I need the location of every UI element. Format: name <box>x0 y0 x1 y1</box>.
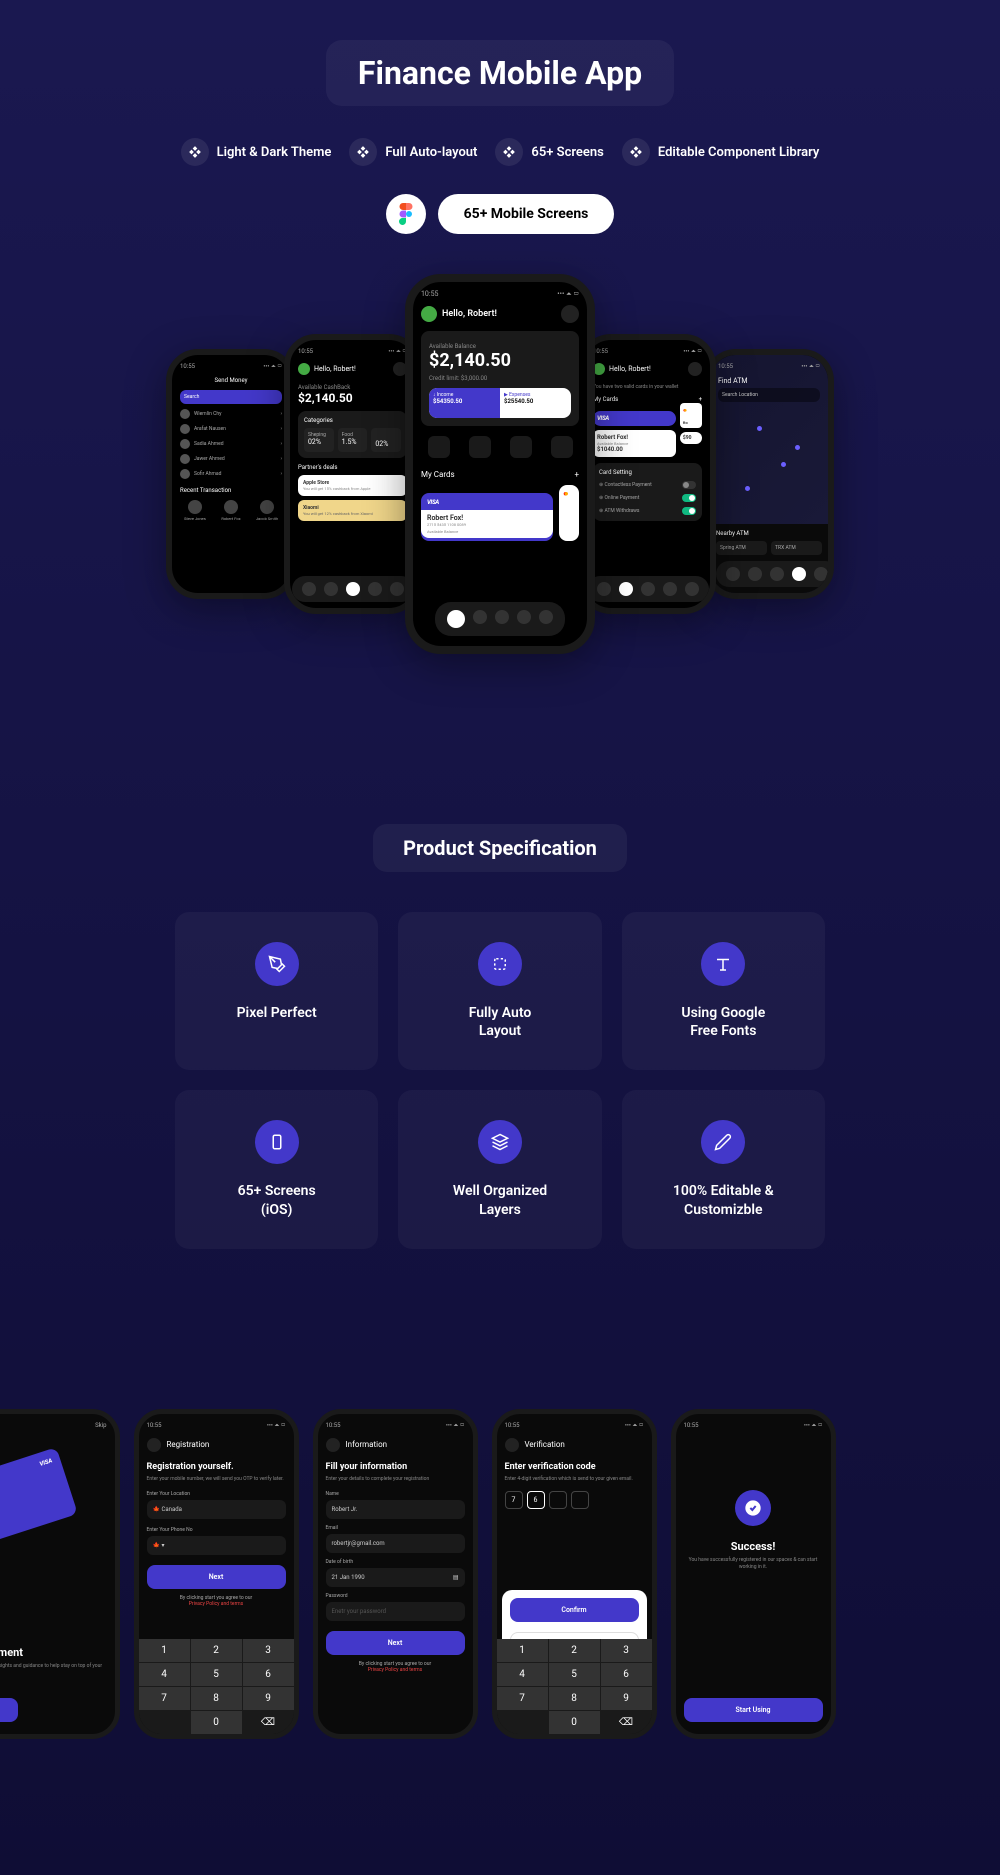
contact-item[interactable]: Jawer Ahmed› <box>180 454 282 464</box>
spec-layers: Well Organized Layers <box>398 1090 601 1248</box>
name-input[interactable]: Robert Jr. <box>326 1500 465 1519</box>
keypad[interactable]: 1234567890⌫ <box>497 1639 652 1734</box>
contact-item[interactable]: Sofir Ahmad› <box>180 469 282 479</box>
deal-card[interactable]: XiaomiYou will get 12% cashback from Xia… <box>298 500 407 521</box>
diamond-icon <box>622 138 650 166</box>
next-button[interactable]: Next <box>0 1698 18 1722</box>
spec-pixel-perfect: Pixel Perfect <box>175 912 378 1070</box>
page-title: Finance Mobile App <box>326 40 674 106</box>
toggle-contactless[interactable] <box>682 481 696 489</box>
frame-icon <box>478 942 522 986</box>
add-icon[interactable]: + <box>574 470 579 479</box>
diamond-icon <box>349 138 377 166</box>
layers-icon <box>478 1120 522 1164</box>
location-input[interactable]: 🍁 Canada <box>147 1500 286 1519</box>
spec-auto-layout: Fully Auto Layout <box>398 912 601 1070</box>
password-input[interactable]: Enetr your password <box>326 1602 465 1621</box>
mock-verification: 10:55••• ⏶ ▭ Verification Enter verifica… <box>492 1409 657 1739</box>
nav-dock[interactable] <box>435 602 565 636</box>
spec-grid: Pixel Perfect Fully Auto Layout Using Go… <box>175 912 825 1249</box>
cta-button[interactable]: 65+ Mobile Screens <box>438 194 615 234</box>
bell-icon[interactable] <box>688 362 702 376</box>
nav-dock[interactable] <box>292 576 414 602</box>
back-icon[interactable] <box>326 1438 340 1452</box>
mock-onboarding: Skip VISAArlene McCoyExp: 12/25 anagemen… <box>0 1409 120 1739</box>
figma-icon <box>386 194 426 234</box>
check-icon <box>735 1490 771 1526</box>
nav-dock[interactable] <box>716 561 834 587</box>
feature-screens: 65+ Screens <box>495 138 603 166</box>
back-icon[interactable] <box>505 1438 519 1452</box>
diamond-icon <box>495 138 523 166</box>
toggle-atm[interactable] <box>682 507 696 515</box>
email-input[interactable]: robertjr@gmail.com <box>326 1534 465 1553</box>
spec-title: Product Specification <box>373 824 627 872</box>
deal-card[interactable]: Apple StoreYou will get 15% cashback fro… <box>298 475 407 496</box>
phone-cashback: 10:55••• ⏶ ▭ Hello, Robert! Available Ca… <box>284 334 421 614</box>
phone-input[interactable]: 🍁 ▾ <box>147 1536 286 1555</box>
pen-icon <box>255 942 299 986</box>
spec-screens: 65+ Screens (iOS) <box>175 1090 378 1248</box>
phone-find-atm: 10:55••• ⏶ ▭ Find ATM Search Location Ne… <box>704 349 834 599</box>
feature-theme: Light & Dark Theme <box>181 138 332 166</box>
nav-dock[interactable] <box>587 576 709 602</box>
phone-icon <box>255 1120 299 1164</box>
diamond-icon <box>181 138 209 166</box>
keypad[interactable]: 1234567890⌫ <box>139 1639 294 1734</box>
contact-item[interactable]: Wiemlin Chy› <box>180 409 282 419</box>
spec-fonts: Using Google Free Fonts <box>622 912 825 1070</box>
next-button[interactable]: Next <box>326 1631 465 1655</box>
dob-input[interactable]: 21 Jan 1990▤ <box>326 1568 465 1587</box>
feature-components: Editable Component Library <box>622 138 820 166</box>
toggle-online[interactable] <box>682 494 696 502</box>
phone-send-money: 10:55••• ⏶ ▭ Send Money Search Wiemlin C… <box>166 349 296 599</box>
add-icon[interactable]: + <box>699 396 702 403</box>
mock-success: 10:55••• ⏶ ▭ Success! You have successfu… <box>671 1409 836 1739</box>
phone-cards: 10:55••• ⏶ ▭ Hello, Robert! You have two… <box>579 334 716 614</box>
contact-item[interactable]: Arafat Nausen› <box>180 424 282 434</box>
phone-mockups: 10:55••• ⏶ ▭ Send Money Search Wiemlin C… <box>0 274 1000 744</box>
otp-input[interactable]: 76 <box>505 1491 644 1509</box>
edit-icon <box>701 1120 745 1164</box>
start-using-button[interactable]: Start Using <box>684 1698 823 1722</box>
quick-actions[interactable] <box>421 436 579 458</box>
confirm-button[interactable]: Confirm <box>510 1598 639 1622</box>
feature-badges: Light & Dark Theme Full Auto-layout 65+ … <box>0 138 1000 166</box>
text-icon <box>701 942 745 986</box>
mock-registration: 10:55••• ⏶ ▭ Registration Registration y… <box>134 1409 299 1739</box>
phone-home: 10:55••• ⏶ ▭ Hello, Robert! Available Ba… <box>405 274 595 654</box>
mock-information: 10:55••• ⏶ ▭ Information Fill your infor… <box>313 1409 478 1739</box>
screens-gallery: Skip VISAArlene McCoyExp: 12/25 anagemen… <box>0 1409 960 1739</box>
back-icon[interactable] <box>147 1438 161 1452</box>
feature-layout: Full Auto-layout <box>349 138 477 166</box>
spec-editable: 100% Editable & Customizble <box>622 1090 825 1248</box>
next-button[interactable]: Next <box>147 1565 286 1589</box>
bell-icon[interactable] <box>561 305 579 323</box>
contact-item[interactable]: Sadia Ahmed› <box>180 439 282 449</box>
